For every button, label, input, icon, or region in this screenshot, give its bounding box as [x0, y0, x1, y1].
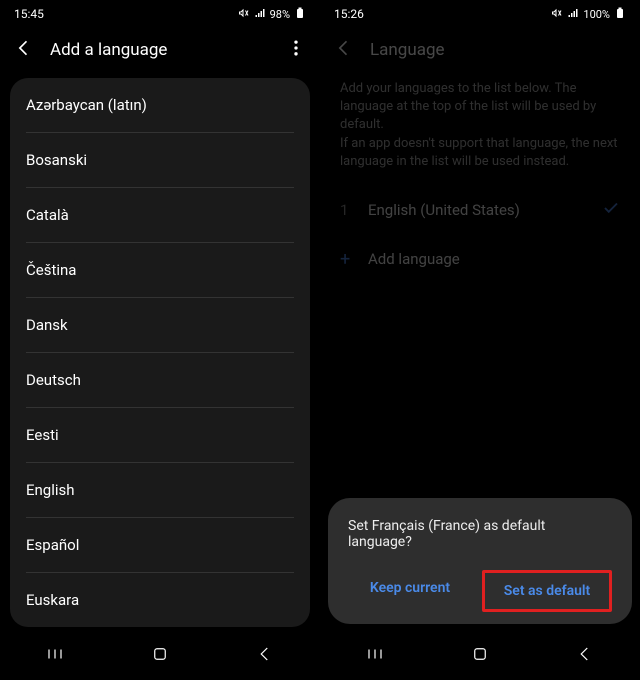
dialog-actions: Keep current Set as default — [348, 570, 612, 612]
status-right: 100% — [551, 7, 626, 22]
back-button[interactable] — [576, 645, 594, 667]
keep-current-button[interactable]: Keep current — [348, 570, 472, 612]
language-item[interactable]: Čeština — [26, 243, 294, 298]
status-time: 15:45 — [14, 7, 44, 21]
home-button[interactable] — [151, 645, 169, 667]
battery-text: 100% — [583, 8, 610, 21]
language-item[interactable]: Eesti — [26, 408, 294, 463]
default-language-dialog: Set Français (France) as default languag… — [328, 498, 632, 624]
battery-icon — [614, 7, 626, 22]
add-language-row[interactable]: + Add language — [340, 235, 620, 284]
check-icon — [602, 199, 620, 221]
header: Language — [322, 26, 638, 74]
home-button[interactable] — [471, 645, 489, 667]
language-label: English (United States) — [368, 201, 520, 219]
info-line: If an app doesn't support that language,… — [340, 135, 620, 171]
language-item[interactable]: Euskara — [26, 573, 294, 627]
page-title: Language — [370, 40, 626, 60]
selected-language-row[interactable]: 1 English (United States) — [340, 185, 620, 235]
language-item[interactable]: Dansk — [26, 298, 294, 353]
language-item[interactable]: Azərbaycan (latın) — [26, 78, 294, 133]
back-button[interactable] — [256, 645, 274, 667]
signal-icon — [254, 7, 266, 22]
language-item[interactable]: English — [26, 463, 294, 518]
add-language-label: Add language — [368, 250, 460, 268]
status-right: 98% — [238, 7, 306, 22]
mute-icon — [238, 7, 250, 22]
phone-left: 15:45 98% Add a language Azərbaycan (lat… — [2, 2, 318, 678]
phone-right: 15:26 100% Language Add your languages t… — [322, 2, 638, 678]
set-default-button[interactable]: Set as default — [482, 570, 612, 612]
dialog-message: Set Français (France) as default languag… — [348, 518, 612, 550]
page-title: Add a language — [50, 40, 270, 60]
language-list-card: Azərbaycan (latın) Bosanski Català Češti… — [10, 78, 310, 627]
row-index: 1 — [340, 201, 352, 219]
status-time: 15:26 — [334, 7, 364, 21]
plus-icon: + — [340, 249, 352, 270]
battery-icon — [294, 7, 306, 22]
recents-button[interactable] — [366, 645, 384, 667]
language-item[interactable]: Deutsch — [26, 353, 294, 408]
status-bar: 15:45 98% — [2, 2, 318, 26]
header: Add a language — [2, 26, 318, 74]
nav-bar — [322, 634, 638, 678]
language-item[interactable]: Català — [26, 188, 294, 243]
mute-icon — [551, 7, 563, 22]
info-line: Add your languages to the list below. Th… — [340, 80, 620, 135]
recents-button[interactable] — [46, 645, 64, 667]
content: Azərbaycan (latın) Bosanski Català Češti… — [2, 78, 318, 627]
more-icon[interactable] — [286, 38, 306, 62]
nav-bar — [2, 634, 318, 678]
back-icon[interactable] — [334, 38, 354, 62]
signal-icon — [567, 7, 579, 22]
info-text: Add your languages to the list below. Th… — [322, 74, 638, 185]
battery-text: 98% — [270, 8, 290, 21]
back-icon[interactable] — [14, 38, 34, 62]
language-item[interactable]: Bosanski — [26, 133, 294, 188]
status-bar: 15:26 100% — [322, 2, 638, 26]
language-list: 1 English (United States) + Add language — [322, 185, 638, 284]
language-item[interactable]: Español — [26, 518, 294, 573]
